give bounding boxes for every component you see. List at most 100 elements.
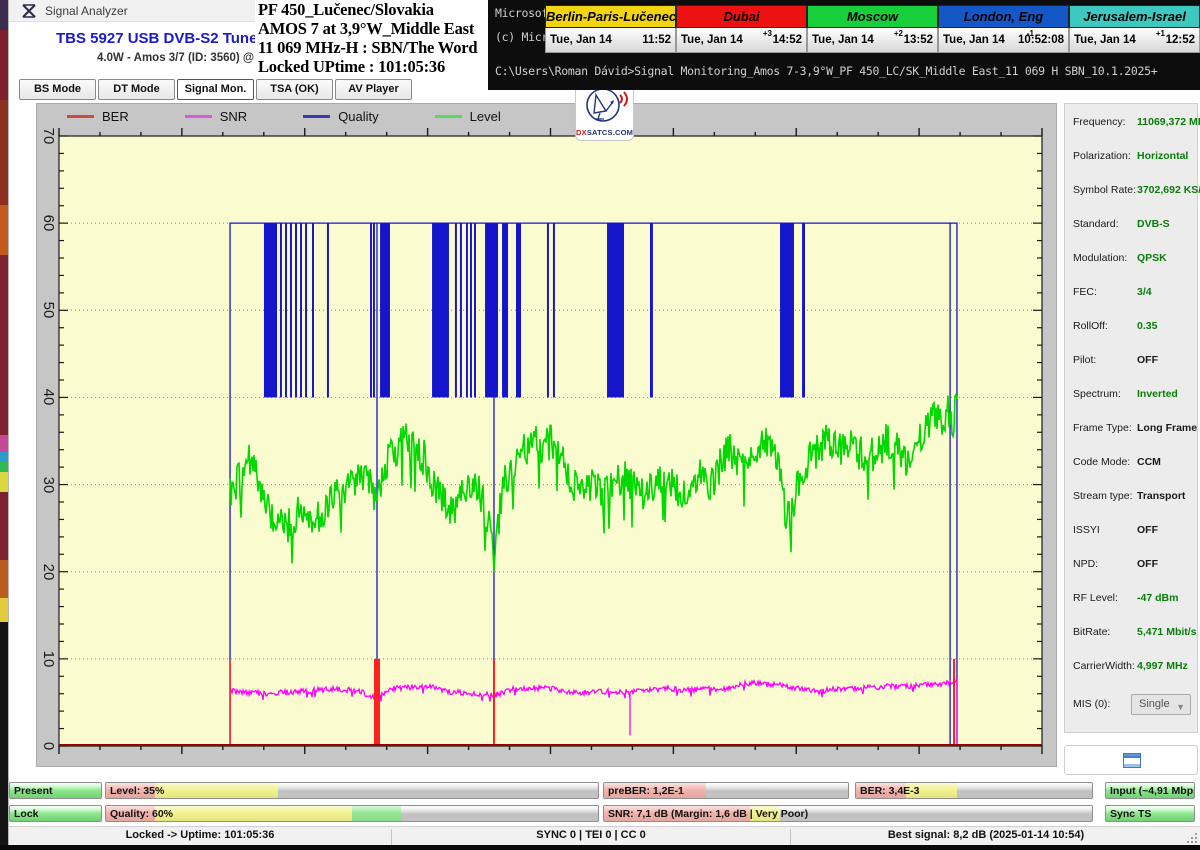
terminal-prompt: C:\Users\Roman Dávid>Signal Monitoring_A… <box>495 64 1157 78</box>
quality-dip <box>305 223 307 397</box>
bar-label: Present <box>14 785 53 797</box>
param-value: -47 dBm <box>1137 592 1178 604</box>
legend-label: Quality <box>338 109 378 124</box>
clock-dubai: DubaiTue, Jan 14+314:52 <box>676 5 807 55</box>
clock-city: Berlin-Paris-Lučenec <box>545 5 676 28</box>
status-best-signal: Best signal: 8,2 dB (2025-01-14 10:54) <box>791 829 1181 841</box>
param-value: Long Frame <box>1137 422 1197 434</box>
lock-indicator: Lock <box>9 805 102 822</box>
clock-berlin-paris-lu-enec: Berlin-Paris-LučenecTue, Jan 1411:52 <box>545 5 676 55</box>
plot-area <box>59 136 1042 746</box>
bar-label: BER: 3,4E-3 <box>860 785 920 797</box>
quality-dip <box>607 223 624 397</box>
legend-swatch <box>303 115 330 118</box>
annotation-line: PF 450_Lučenec/Slovakia <box>258 0 489 19</box>
tab-tsa-ok[interactable]: TSA (OK) <box>256 79 333 100</box>
tab-bs-mode[interactable]: BS Mode <box>19 79 96 100</box>
quality-dip <box>547 223 549 397</box>
param-label: RF Level: <box>1073 592 1118 604</box>
quality-dip <box>650 223 653 397</box>
legend-item-ber: BER <box>67 109 129 124</box>
param-pilot: Pilot:OFF <box>1065 354 1197 368</box>
screen: Signal Analyzer TBS 5927 USB DVB-S2 Tune… <box>0 0 1200 850</box>
clock-date: Tue, Jan 14 <box>812 34 874 46</box>
param-label: NPD: <box>1073 558 1098 570</box>
clock-city: Jerusalem-Israel <box>1069 5 1200 28</box>
quality-dip <box>312 223 314 397</box>
legend-swatch <box>67 115 94 118</box>
param-symbol-rate: Symbol Rate:3702,692 KS/s <box>1065 184 1197 198</box>
resize-grip[interactable] <box>1185 831 1197 843</box>
clock-utc-offset: +3 <box>763 29 772 38</box>
param-label: Pilot: <box>1073 354 1096 366</box>
param-carrierwidth: CarrierWidth:4,997 MHz <box>1065 660 1197 674</box>
legend-item-level: Level <box>435 109 501 124</box>
signal-chart-panel: BERSNRQualityLevel 010203040506070 <box>36 103 1057 767</box>
clock-date: Tue, Jan 14 <box>550 34 612 46</box>
bar-label: SNR: 7,1 dB (Margin: 1,6 dB | Very Poor) <box>608 808 808 820</box>
mis-value: Single <box>1139 698 1170 710</box>
quality-dip <box>780 223 794 397</box>
legend-label: Level <box>470 109 501 124</box>
param-label: Standard: <box>1073 218 1119 230</box>
legend-label: SNR <box>220 109 247 124</box>
param-value: Horizontal <box>1137 150 1188 162</box>
param-value: 5,471 Mbit/s <box>1137 626 1197 638</box>
param-value: OFF <box>1137 524 1158 536</box>
quality-dip <box>285 223 287 397</box>
param-bitrate: BitRate:5,471 Mbit/s <box>1065 626 1197 640</box>
clock-utc-offset: +1 <box>1156 29 1165 38</box>
param-npd: NPD: OFF <box>1065 558 1197 572</box>
sync-ts-indicator: Sync TS <box>1105 805 1195 822</box>
clock-city: Moscow <box>807 5 938 28</box>
taskbar-edge <box>0 845 1200 850</box>
tab-av-player[interactable]: AV Player <box>335 79 412 100</box>
app-icon <box>22 4 36 18</box>
tab-signal-mon[interactable]: Signal Mon. <box>177 79 254 100</box>
y-axis-label: 40 <box>41 382 57 412</box>
window-title: Signal Analyzer <box>45 4 128 18</box>
param-polarization: Polarization:Horizontal <box>1065 150 1197 164</box>
param-value: CCM <box>1137 456 1161 468</box>
quality-dip <box>516 223 521 397</box>
level-progressbar: Level: 35% <box>105 782 599 799</box>
tab-dt-mode[interactable]: DT Mode <box>98 79 175 100</box>
param-value: Inverted <box>1137 388 1178 400</box>
legend-swatch <box>435 115 462 118</box>
param-value: DVB-S <box>1137 218 1170 230</box>
param-value: OFF <box>1137 558 1158 570</box>
clock-time: 12:52 <box>1166 34 1195 46</box>
y-axis-label: 30 <box>41 470 57 500</box>
y-axis-label: 60 <box>41 208 57 238</box>
bar-label: Sync TS <box>1110 808 1151 820</box>
param-spectrum: Spectrum:Inverted <box>1065 388 1197 402</box>
chevron-down-icon: ▼ <box>1176 698 1185 717</box>
legend-swatch <box>185 115 212 118</box>
quality-dip <box>502 223 508 397</box>
window-capture-icon <box>1123 753 1141 768</box>
signal-params-panel: MIS (0): Single ▼ Frequency:11069,372 MH… <box>1064 103 1198 733</box>
clock-moscow: MoscowTue, Jan 14+213:52 <box>807 5 938 55</box>
bar-gloss <box>106 783 598 798</box>
quality-dip <box>373 223 375 397</box>
world-clocks: Berlin-Paris-LučenecTue, Jan 1411:52Duba… <box>545 5 1200 55</box>
ber-progressbar: BER: 3,4E-3 <box>855 782 1093 799</box>
annotation-line: Locked UPtime : 101:05:36 <box>258 57 489 76</box>
capture-button[interactable] <box>1064 745 1198 775</box>
legend-label: BER <box>102 109 129 124</box>
param-label: Stream type: <box>1073 490 1133 502</box>
param-value: QPSK <box>1137 252 1167 264</box>
param-value: 4,997 MHz <box>1137 660 1188 672</box>
annotation-line: 11 069 MHz-H : SBN/The Word <box>258 38 489 57</box>
clock-date: Tue, Jan 14 <box>1074 34 1136 46</box>
annotation-overlay: PF 450_Lučenec/Slovakia AMOS 7 at 3,9°W_… <box>255 0 489 77</box>
param-standard: Standard: DVB-S <box>1065 218 1197 232</box>
mis-select[interactable]: Single ▼ <box>1131 694 1191 715</box>
quality-dip <box>300 223 302 397</box>
annotation-line: AMOS 7 at 3,9°W_Middle East <box>258 19 489 38</box>
param-value: 3702,692 KS/s <box>1137 184 1200 196</box>
status-bar: Locked -> Uptime: 101:05:36 SYNC 0 | TEI… <box>9 826 1200 845</box>
param-value: 3/4 <box>1137 286 1152 298</box>
y-axis-label: 10 <box>41 644 57 674</box>
legend-item-quality: Quality <box>303 109 378 124</box>
